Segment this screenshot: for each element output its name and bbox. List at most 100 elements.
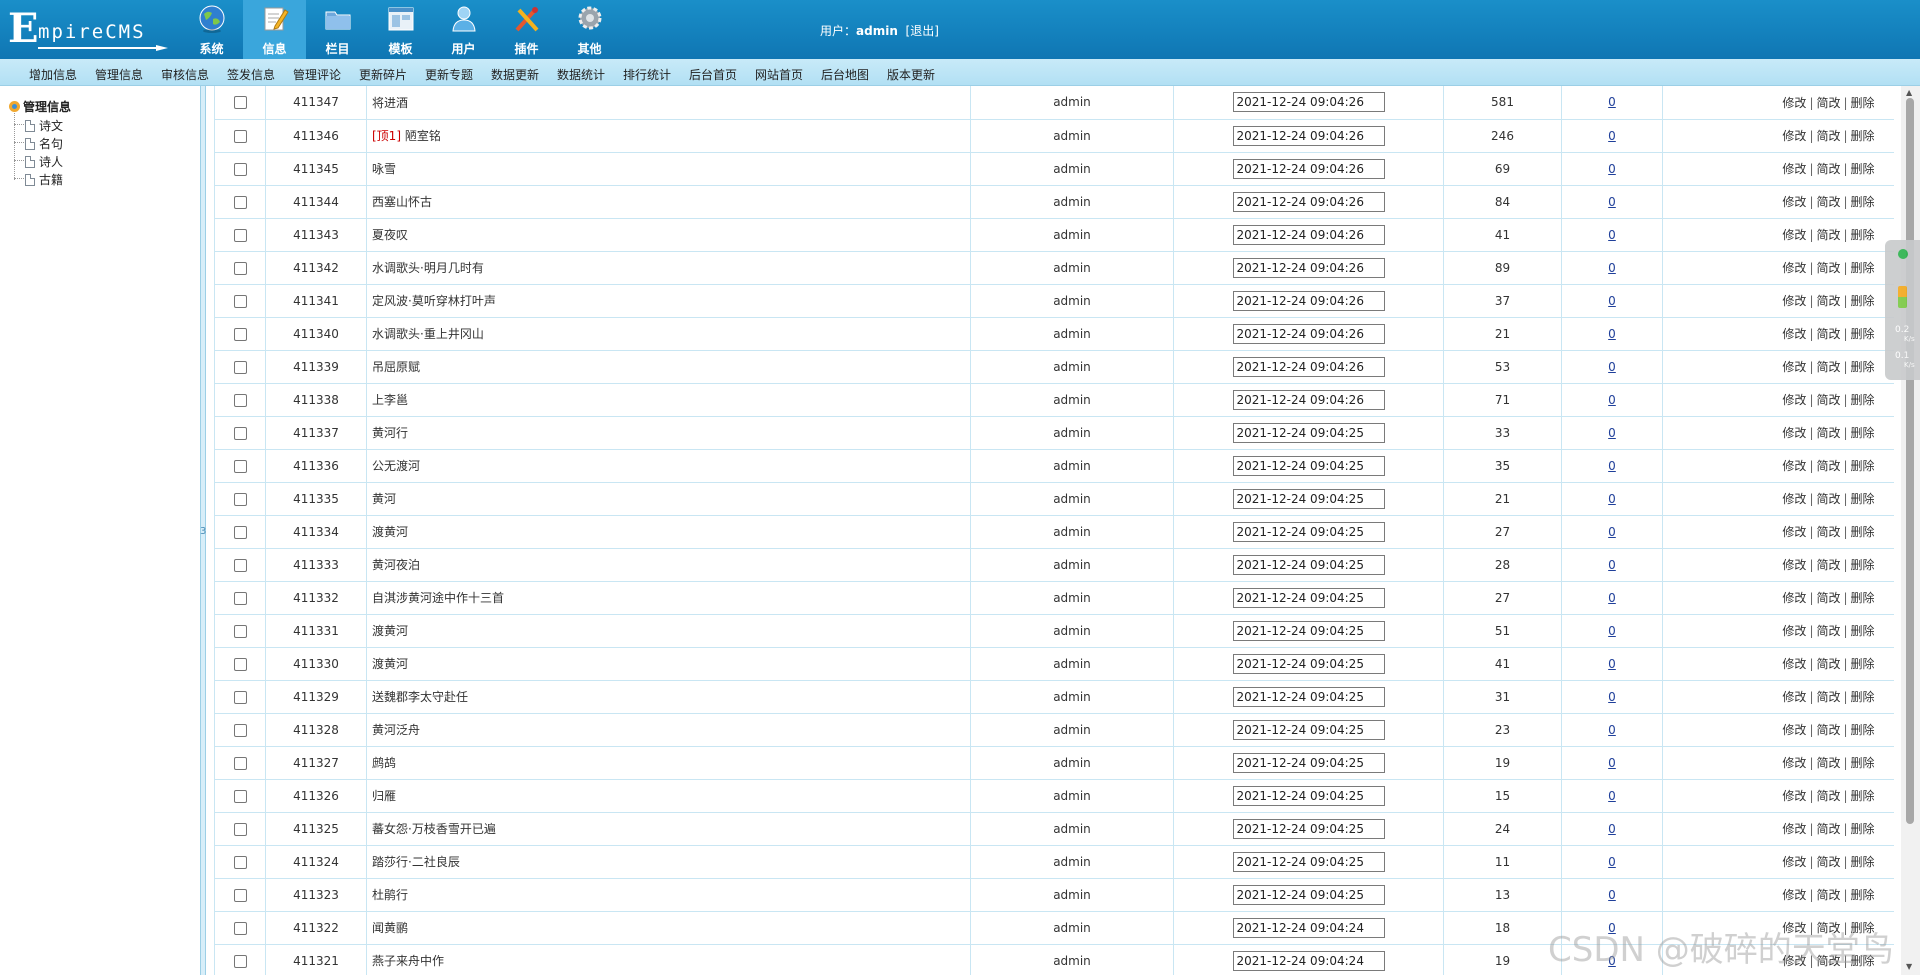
- row-time-input[interactable]: 2021-12-24 09:04:24: [1232, 950, 1385, 971]
- simple-edit-link[interactable]: 简改: [1816, 129, 1840, 143]
- row-comments-link[interactable]: 0: [1608, 558, 1616, 572]
- delete-link[interactable]: 删除: [1851, 690, 1875, 704]
- delete-link[interactable]: 删除: [1851, 855, 1875, 869]
- row-checkbox[interactable]: [233, 96, 247, 110]
- row-time-input[interactable]: 2021-12-24 09:04:25: [1232, 818, 1385, 839]
- row-time-input[interactable]: 2021-12-24 09:04:25: [1232, 620, 1385, 641]
- subnav-rank-stats[interactable]: 排行统计: [623, 66, 671, 83]
- row-checkbox[interactable]: [233, 591, 247, 605]
- row-time-input[interactable]: 2021-12-24 09:04:26: [1232, 92, 1385, 113]
- edit-link[interactable]: 修改: [1782, 690, 1806, 704]
- row-time-input[interactable]: 2021-12-24 09:04:25: [1232, 554, 1385, 575]
- delete-link[interactable]: 删除: [1851, 294, 1875, 308]
- simple-edit-link[interactable]: 简改: [1816, 162, 1840, 176]
- simple-edit-link[interactable]: 简改: [1816, 624, 1840, 638]
- edit-link[interactable]: 修改: [1782, 624, 1806, 638]
- nav-info[interactable]: 信息: [243, 0, 306, 59]
- row-time-input[interactable]: 2021-12-24 09:04:25: [1232, 719, 1385, 740]
- row-comments-link[interactable]: 0: [1608, 360, 1616, 374]
- delete-link[interactable]: 删除: [1851, 822, 1875, 836]
- simple-edit-link[interactable]: 简改: [1816, 756, 1840, 770]
- row-comments-link[interactable]: 0: [1608, 195, 1616, 209]
- edit-link[interactable]: 修改: [1782, 888, 1806, 902]
- subnav-version-update[interactable]: 版本更新: [887, 66, 935, 83]
- row-comments-link[interactable]: 0: [1608, 756, 1616, 770]
- edit-link[interactable]: 修改: [1782, 360, 1806, 374]
- row-checkbox[interactable]: [233, 822, 247, 836]
- row-comments-link[interactable]: 0: [1608, 624, 1616, 638]
- simple-edit-link[interactable]: 简改: [1816, 327, 1840, 341]
- row-time-input[interactable]: 2021-12-24 09:04:26: [1232, 224, 1385, 245]
- delete-link[interactable]: 删除: [1851, 558, 1875, 572]
- subnav-admin-home[interactable]: 后台首页: [689, 66, 737, 83]
- edit-link[interactable]: 修改: [1782, 195, 1806, 209]
- simple-edit-link[interactable]: 简改: [1816, 822, 1840, 836]
- row-comments-link[interactable]: 0: [1608, 294, 1616, 308]
- edit-link[interactable]: 修改: [1782, 657, 1806, 671]
- nav-system[interactable]: 系统: [180, 0, 243, 59]
- row-checkbox[interactable]: [233, 327, 247, 341]
- row-title-link[interactable]: 黄河夜泊: [372, 558, 420, 572]
- row-checkbox[interactable]: [233, 195, 247, 209]
- row-checkbox[interactable]: [233, 921, 247, 935]
- row-comments-link[interactable]: 0: [1608, 162, 1616, 176]
- edit-link[interactable]: 修改: [1782, 789, 1806, 803]
- row-checkbox[interactable]: [233, 954, 247, 968]
- simple-edit-link[interactable]: 简改: [1816, 96, 1840, 110]
- edit-link[interactable]: 修改: [1782, 591, 1806, 605]
- row-time-input[interactable]: 2021-12-24 09:04:25: [1232, 851, 1385, 872]
- edit-link[interactable]: 修改: [1782, 723, 1806, 737]
- tree-root-manage-info[interactable]: 管理信息: [8, 98, 71, 115]
- row-checkbox[interactable]: [233, 690, 247, 704]
- row-checkbox[interactable]: [233, 393, 247, 407]
- edit-link[interactable]: 修改: [1782, 525, 1806, 539]
- row-title-link[interactable]: 吊屈原赋: [372, 360, 420, 374]
- row-checkbox[interactable]: [233, 261, 247, 275]
- delete-link[interactable]: 删除: [1851, 327, 1875, 341]
- row-title-link[interactable]: 鹧鸪: [372, 756, 396, 770]
- row-time-input[interactable]: 2021-12-24 09:04:25: [1232, 653, 1385, 674]
- subnav-update-topics[interactable]: 更新专题: [425, 66, 473, 83]
- nav-other[interactable]: 其他: [558, 0, 621, 59]
- row-checkbox[interactable]: [233, 657, 247, 671]
- row-title-link[interactable]: 公无渡河: [372, 459, 420, 473]
- row-title-link[interactable]: 自淇涉黄河途中作十三首: [372, 591, 504, 605]
- simple-edit-link[interactable]: 简改: [1816, 855, 1840, 869]
- row-title-link[interactable]: 黄河: [372, 492, 396, 506]
- simple-edit-link[interactable]: 简改: [1816, 591, 1840, 605]
- row-title-link[interactable]: 咏雪: [372, 162, 396, 176]
- simple-edit-link[interactable]: 简改: [1816, 690, 1840, 704]
- delete-link[interactable]: 删除: [1851, 888, 1875, 902]
- delete-link[interactable]: 删除: [1851, 789, 1875, 803]
- row-title-link[interactable]: 上李邕: [372, 393, 408, 407]
- subnav-update-fragments[interactable]: 更新碎片: [359, 66, 407, 83]
- row-time-input[interactable]: 2021-12-24 09:04:26: [1232, 191, 1385, 212]
- row-checkbox[interactable]: [233, 426, 247, 440]
- row-checkbox[interactable]: [233, 624, 247, 638]
- row-title-link[interactable]: 黄河行: [372, 426, 408, 440]
- row-title-link[interactable]: 水调歌头·重上井冈山: [372, 327, 484, 341]
- edit-link[interactable]: 修改: [1782, 228, 1806, 242]
- nav-user[interactable]: 用户: [432, 0, 495, 59]
- row-comments-link[interactable]: 0: [1608, 855, 1616, 869]
- row-title-link[interactable]: 西塞山怀古: [372, 195, 432, 209]
- row-checkbox[interactable]: [233, 129, 247, 143]
- row-time-input[interactable]: 2021-12-24 09:04:26: [1232, 389, 1385, 410]
- edit-link[interactable]: 修改: [1782, 558, 1806, 572]
- row-checkbox[interactable]: [233, 789, 247, 803]
- delete-link[interactable]: 删除: [1851, 459, 1875, 473]
- row-comments-link[interactable]: 0: [1608, 591, 1616, 605]
- delete-link[interactable]: 删除: [1851, 756, 1875, 770]
- logout-link[interactable]: [退出]: [906, 24, 939, 38]
- row-time-input[interactable]: 2021-12-24 09:04:26: [1232, 158, 1385, 179]
- row-comments-link[interactable]: 0: [1608, 822, 1616, 836]
- network-speed-widget[interactable]: 0.2 K/s 0.1 K/s: [1885, 240, 1920, 380]
- row-checkbox[interactable]: [233, 855, 247, 869]
- delete-link[interactable]: 删除: [1851, 261, 1875, 275]
- row-comments-link[interactable]: 0: [1608, 261, 1616, 275]
- row-title-link[interactable]: 渡黄河: [372, 525, 408, 539]
- subnav-data-update[interactable]: 数据更新: [491, 66, 539, 83]
- row-title-link[interactable]: 踏莎行·二社良辰: [372, 855, 460, 869]
- row-comments-link[interactable]: 0: [1608, 228, 1616, 242]
- row-time-input[interactable]: 2021-12-24 09:04:26: [1232, 356, 1385, 377]
